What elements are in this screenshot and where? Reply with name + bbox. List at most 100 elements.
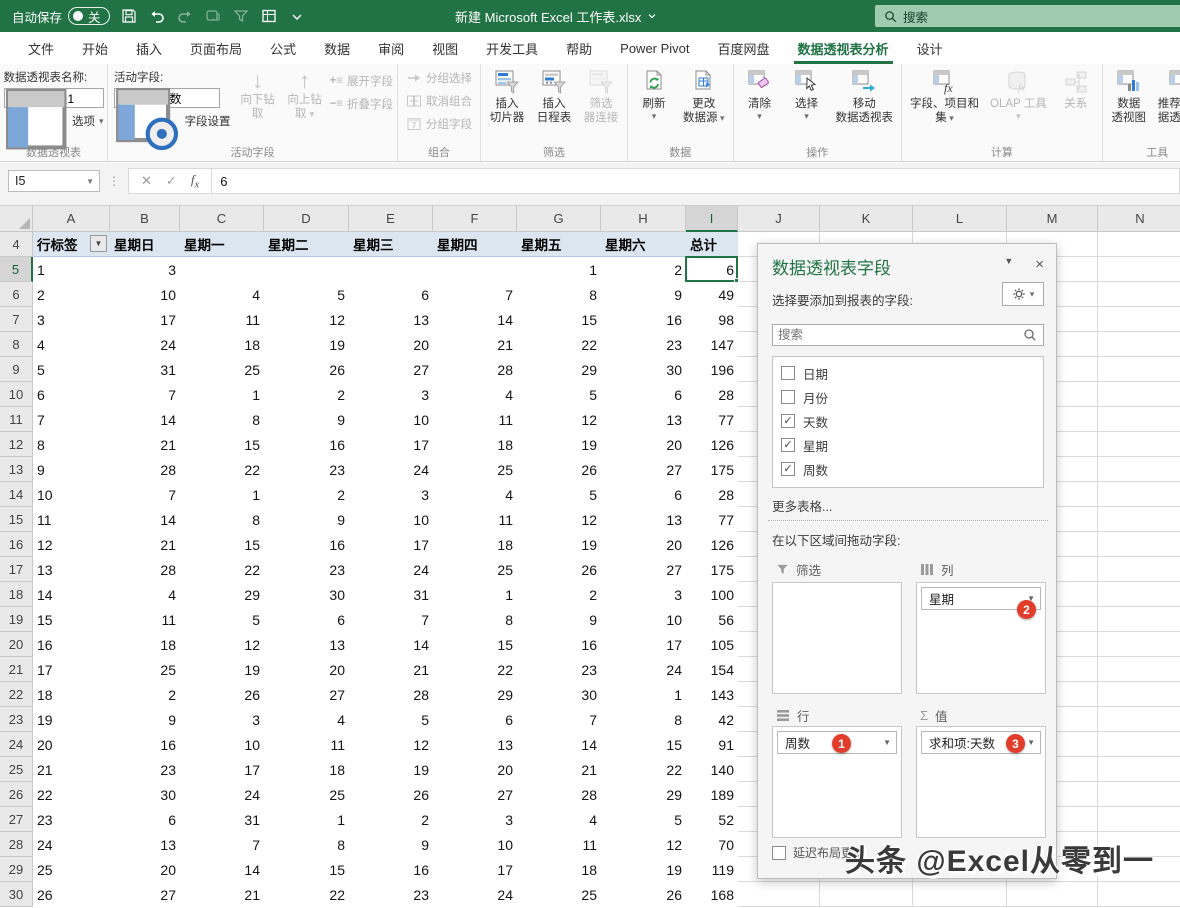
cell-I20[interactable]: 105 bbox=[686, 632, 738, 657]
cell-E25[interactable]: 19 bbox=[349, 757, 433, 782]
cell-N14[interactable] bbox=[1098, 482, 1180, 507]
cell-D6[interactable]: 5 bbox=[264, 282, 349, 307]
cell-B16[interactable]: 21 bbox=[110, 532, 180, 557]
cell-G21[interactable]: 23 bbox=[517, 657, 601, 682]
cell-I28[interactable]: 70 bbox=[686, 832, 738, 857]
分组选择-button[interactable]: 分组选择 bbox=[406, 68, 472, 88]
checkbox-天数[interactable]: ✓ bbox=[781, 414, 795, 428]
cell-N21[interactable] bbox=[1098, 657, 1180, 682]
cell-C30[interactable]: 21 bbox=[180, 882, 264, 907]
cell-D21[interactable]: 20 bbox=[264, 657, 349, 682]
cell-B12[interactable]: 21 bbox=[110, 432, 180, 457]
cell-N7[interactable] bbox=[1098, 307, 1180, 332]
cell-N27[interactable] bbox=[1098, 807, 1180, 832]
cell-G27[interactable]: 4 bbox=[517, 807, 601, 832]
cell-A9[interactable]: 5 bbox=[33, 357, 110, 382]
cell-G10[interactable]: 5 bbox=[517, 382, 601, 407]
tab-开发工具[interactable]: 开发工具 bbox=[472, 32, 552, 64]
cell-E19[interactable]: 7 bbox=[349, 607, 433, 632]
cell-H24[interactable]: 15 bbox=[601, 732, 686, 757]
选择-button[interactable]: 选择▾ bbox=[785, 67, 829, 123]
cell-C15[interactable]: 8 bbox=[180, 507, 264, 532]
cell-A18[interactable]: 14 bbox=[33, 582, 110, 607]
cell-A6[interactable]: 2 bbox=[33, 282, 110, 307]
数据透视图-button[interactable]: 数据透视图 bbox=[1107, 67, 1151, 127]
cell-B11[interactable]: 14 bbox=[110, 407, 180, 432]
autosave-toggle-pill[interactable]: 关 bbox=[68, 7, 110, 25]
cell-G17[interactable]: 26 bbox=[517, 557, 601, 582]
cell-E9[interactable]: 27 bbox=[349, 357, 433, 382]
cell-F20[interactable]: 15 bbox=[433, 632, 517, 657]
cell-F26[interactable]: 27 bbox=[433, 782, 517, 807]
cell-D25[interactable]: 18 bbox=[264, 757, 349, 782]
cell-I27[interactable]: 52 bbox=[686, 807, 738, 832]
cell-I23[interactable]: 42 bbox=[686, 707, 738, 732]
cell-F10[interactable]: 4 bbox=[433, 382, 517, 407]
cell-A30[interactable]: 26 bbox=[33, 882, 110, 907]
cell-H11[interactable]: 13 bbox=[601, 407, 686, 432]
cell-D8[interactable]: 19 bbox=[264, 332, 349, 357]
cell-F23[interactable]: 6 bbox=[433, 707, 517, 732]
cell-A27[interactable]: 23 bbox=[33, 807, 110, 832]
cell-B24[interactable]: 16 bbox=[110, 732, 180, 757]
cell-I19[interactable]: 56 bbox=[686, 607, 738, 632]
cell-F28[interactable]: 10 bbox=[433, 832, 517, 857]
cell-G7[interactable]: 15 bbox=[517, 307, 601, 332]
row-header-22[interactable]: 22 bbox=[0, 682, 33, 707]
cell-J30[interactable] bbox=[738, 882, 820, 907]
cell-A14[interactable]: 10 bbox=[33, 482, 110, 507]
cell-I9[interactable]: 196 bbox=[686, 357, 738, 382]
cell-G13[interactable]: 26 bbox=[517, 457, 601, 482]
cell-G12[interactable]: 19 bbox=[517, 432, 601, 457]
cell-A7[interactable]: 3 bbox=[33, 307, 110, 332]
cell-B4[interactable]: 星期日 bbox=[110, 232, 180, 257]
cell-H29[interactable]: 19 bbox=[601, 857, 686, 882]
cell-I17[interactable]: 175 bbox=[686, 557, 738, 582]
cell-N15[interactable] bbox=[1098, 507, 1180, 532]
cell-F6[interactable]: 7 bbox=[433, 282, 517, 307]
select-all-corner[interactable] bbox=[0, 206, 33, 232]
cell-C10[interactable]: 1 bbox=[180, 382, 264, 407]
cell-C6[interactable]: 4 bbox=[180, 282, 264, 307]
cell-E30[interactable]: 23 bbox=[349, 882, 433, 907]
cell-E11[interactable]: 10 bbox=[349, 407, 433, 432]
cell-G19[interactable]: 9 bbox=[517, 607, 601, 632]
cell-C28[interactable]: 7 bbox=[180, 832, 264, 857]
OLAP 工具-button[interactable]: fxOLAP 工具▾ bbox=[986, 67, 1051, 123]
cell-N12[interactable] bbox=[1098, 432, 1180, 457]
cell-C7[interactable]: 11 bbox=[180, 307, 264, 332]
cell-A10[interactable]: 6 bbox=[33, 382, 110, 407]
cell-E21[interactable]: 21 bbox=[349, 657, 433, 682]
cell-N19[interactable] bbox=[1098, 607, 1180, 632]
cell-G18[interactable]: 2 bbox=[517, 582, 601, 607]
cell-B8[interactable]: 24 bbox=[110, 332, 180, 357]
cell-K30[interactable] bbox=[820, 882, 913, 907]
cell-A22[interactable]: 18 bbox=[33, 682, 110, 707]
col-header-M[interactable]: M bbox=[1007, 206, 1098, 232]
col-header-A[interactable]: A bbox=[33, 206, 110, 232]
cell-C5[interactable] bbox=[180, 257, 264, 282]
cell-D27[interactable]: 1 bbox=[264, 807, 349, 832]
cell-H23[interactable]: 8 bbox=[601, 707, 686, 732]
col-header-E[interactable]: E bbox=[349, 206, 433, 232]
cell-H8[interactable]: 23 bbox=[601, 332, 686, 357]
col-header-G[interactable]: G bbox=[517, 206, 601, 232]
cell-I4[interactable]: 总计 bbox=[686, 232, 738, 257]
cell-B15[interactable]: 14 bbox=[110, 507, 180, 532]
cell-E27[interactable]: 2 bbox=[349, 807, 433, 832]
cell-E14[interactable]: 3 bbox=[349, 482, 433, 507]
drill-up-button[interactable]: ↑ 向上钻 取 ▾ bbox=[283, 67, 327, 123]
cell-C8[interactable]: 18 bbox=[180, 332, 264, 357]
cell-D17[interactable]: 23 bbox=[264, 557, 349, 582]
cell-G29[interactable]: 18 bbox=[517, 857, 601, 882]
cell-D7[interactable]: 12 bbox=[264, 307, 349, 332]
row-header-27[interactable]: 27 bbox=[0, 807, 33, 832]
cell-N25[interactable] bbox=[1098, 757, 1180, 782]
cell-F21[interactable]: 22 bbox=[433, 657, 517, 682]
cell-I24[interactable]: 91 bbox=[686, 732, 738, 757]
pill-caret-icon[interactable]: ▼ bbox=[1027, 738, 1035, 747]
cell-C25[interactable]: 17 bbox=[180, 757, 264, 782]
cell-G24[interactable]: 14 bbox=[517, 732, 601, 757]
row-header-9[interactable]: 9 bbox=[0, 357, 33, 382]
tab-开始[interactable]: 开始 bbox=[68, 32, 122, 64]
